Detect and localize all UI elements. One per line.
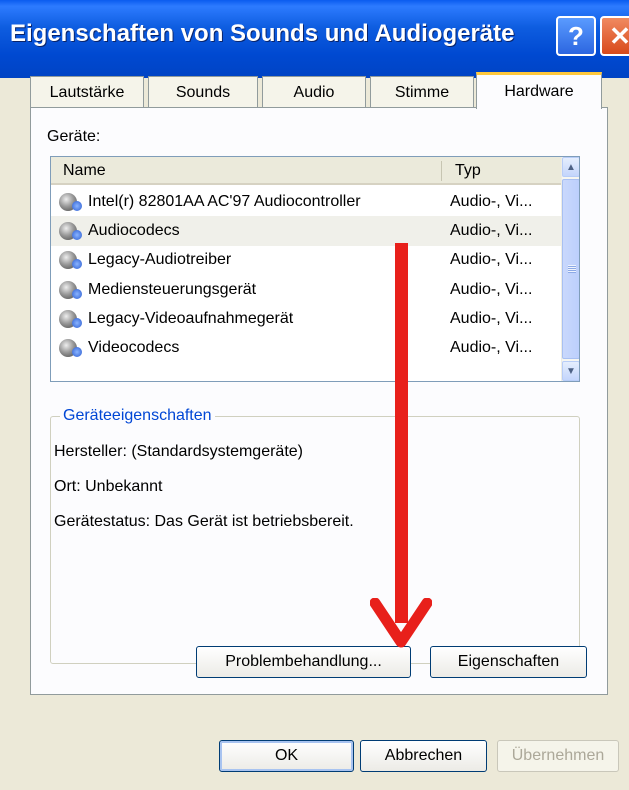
vertical-scrollbar[interactable]: ▲ ▼ bbox=[561, 157, 579, 381]
window-title: Eigenschaften von Sounds und Audiogeräte bbox=[10, 20, 515, 47]
help-button[interactable]: ? bbox=[556, 16, 596, 56]
speaker-device-icon bbox=[59, 251, 82, 270]
properties-button[interactable]: Eigenschaften bbox=[430, 646, 587, 678]
tab-sounds[interactable]: Sounds bbox=[148, 76, 258, 108]
device-type: Audio-, Vi... bbox=[450, 221, 533, 239]
annotation-arrow-shaft bbox=[395, 243, 408, 623]
device-name: Audiocodecs bbox=[88, 221, 180, 239]
scrollbar-thumb[interactable] bbox=[562, 179, 579, 359]
device-name: Mediensteuerungsgerät bbox=[88, 280, 257, 298]
device-status-text: Gerätestatus: Das Gerät ist betriebsbere… bbox=[54, 513, 354, 530]
scroll-up-button[interactable]: ▲ bbox=[562, 157, 579, 177]
close-button[interactable]: ✕ bbox=[600, 16, 629, 56]
device-type: Audio-, Vi... bbox=[450, 251, 533, 269]
annotation-arrow-head-icon bbox=[370, 598, 432, 648]
speaker-device-icon bbox=[59, 339, 82, 358]
column-header-name[interactable]: Name bbox=[63, 162, 106, 180]
tab-hardware[interactable]: Hardware bbox=[476, 72, 602, 109]
manufacturer-text: Hersteller: (Standardsystemgeräte) bbox=[54, 443, 303, 460]
tab-strip: Lautstärke Sounds Audio Stimme Hardware bbox=[30, 72, 610, 109]
speaker-device-icon bbox=[59, 280, 82, 299]
device-type: Audio-, Vi... bbox=[450, 192, 533, 210]
chevron-up-icon: ▲ bbox=[566, 161, 576, 173]
device-rows: Intel(r) 82801AA AC'97 Audiocontroller A… bbox=[51, 187, 561, 363]
device-type: Audio-, Vi... bbox=[450, 339, 533, 357]
column-divider[interactable] bbox=[441, 161, 442, 181]
troubleshoot-button[interactable]: Problembehandlung... bbox=[196, 646, 411, 678]
grip-icon bbox=[568, 265, 576, 273]
list-item[interactable]: Videocodecs Audio-, Vi... bbox=[51, 333, 561, 362]
list-item[interactable]: Intel(r) 82801AA AC'97 Audiocontroller A… bbox=[51, 187, 561, 216]
devices-label: Geräte: bbox=[47, 128, 101, 145]
device-name: Intel(r) 82801AA AC'97 Audiocontroller bbox=[88, 192, 361, 210]
devices-list[interactable]: Name Typ Intel(r) 82801AA AC'97 Audiocon… bbox=[50, 156, 580, 382]
hardware-tab-panel: Geräte: Name Typ Intel(r) 82801AA AC'97 … bbox=[30, 107, 608, 695]
device-name: Videocodecs bbox=[88, 339, 180, 357]
speaker-device-icon bbox=[59, 309, 82, 328]
device-properties-group: Geräteeigenschaften Hersteller: (Standar… bbox=[50, 407, 580, 664]
speaker-device-icon bbox=[59, 192, 82, 211]
group-title: Geräteeigenschaften bbox=[60, 407, 215, 425]
list-item[interactable]: Mediensteuerungsgerät Audio-, Vi... bbox=[51, 275, 561, 304]
dialog-window: Eigenschaften von Sounds und Audiogeräte… bbox=[0, 0, 629, 790]
apply-button[interactable]: Übernehmen bbox=[497, 740, 619, 772]
tab-lautstaerke[interactable]: Lautstärke bbox=[30, 76, 144, 108]
title-bar[interactable]: Eigenschaften von Sounds und Audiogeräte… bbox=[0, 0, 629, 78]
column-header-type[interactable]: Typ bbox=[455, 162, 481, 180]
chevron-down-icon: ▼ bbox=[566, 365, 576, 377]
list-item[interactable]: Legacy-Audiotreiber Audio-, Vi... bbox=[51, 246, 561, 275]
ok-button[interactable]: OK bbox=[219, 740, 354, 772]
device-name: Legacy-Videoaufnahmegerät bbox=[88, 309, 294, 327]
close-icon: ✕ bbox=[609, 20, 629, 51]
list-header: Name Typ bbox=[51, 157, 561, 185]
device-type: Audio-, Vi... bbox=[450, 280, 533, 298]
device-type: Audio-, Vi... bbox=[450, 309, 533, 327]
tab-audio[interactable]: Audio bbox=[262, 76, 366, 108]
tab-stimme[interactable]: Stimme bbox=[370, 76, 474, 108]
device-name: Legacy-Audiotreiber bbox=[88, 251, 232, 269]
cancel-button[interactable]: Abbrechen bbox=[360, 740, 487, 772]
list-item[interactable]: Legacy-Videoaufnahmegerät Audio-, Vi... bbox=[51, 304, 561, 333]
list-item[interactable]: Audiocodecs Audio-, Vi... bbox=[51, 216, 561, 246]
scroll-down-button[interactable]: ▼ bbox=[562, 361, 579, 381]
speaker-device-icon bbox=[59, 221, 82, 240]
location-text: Ort: Unbekannt bbox=[54, 478, 163, 495]
